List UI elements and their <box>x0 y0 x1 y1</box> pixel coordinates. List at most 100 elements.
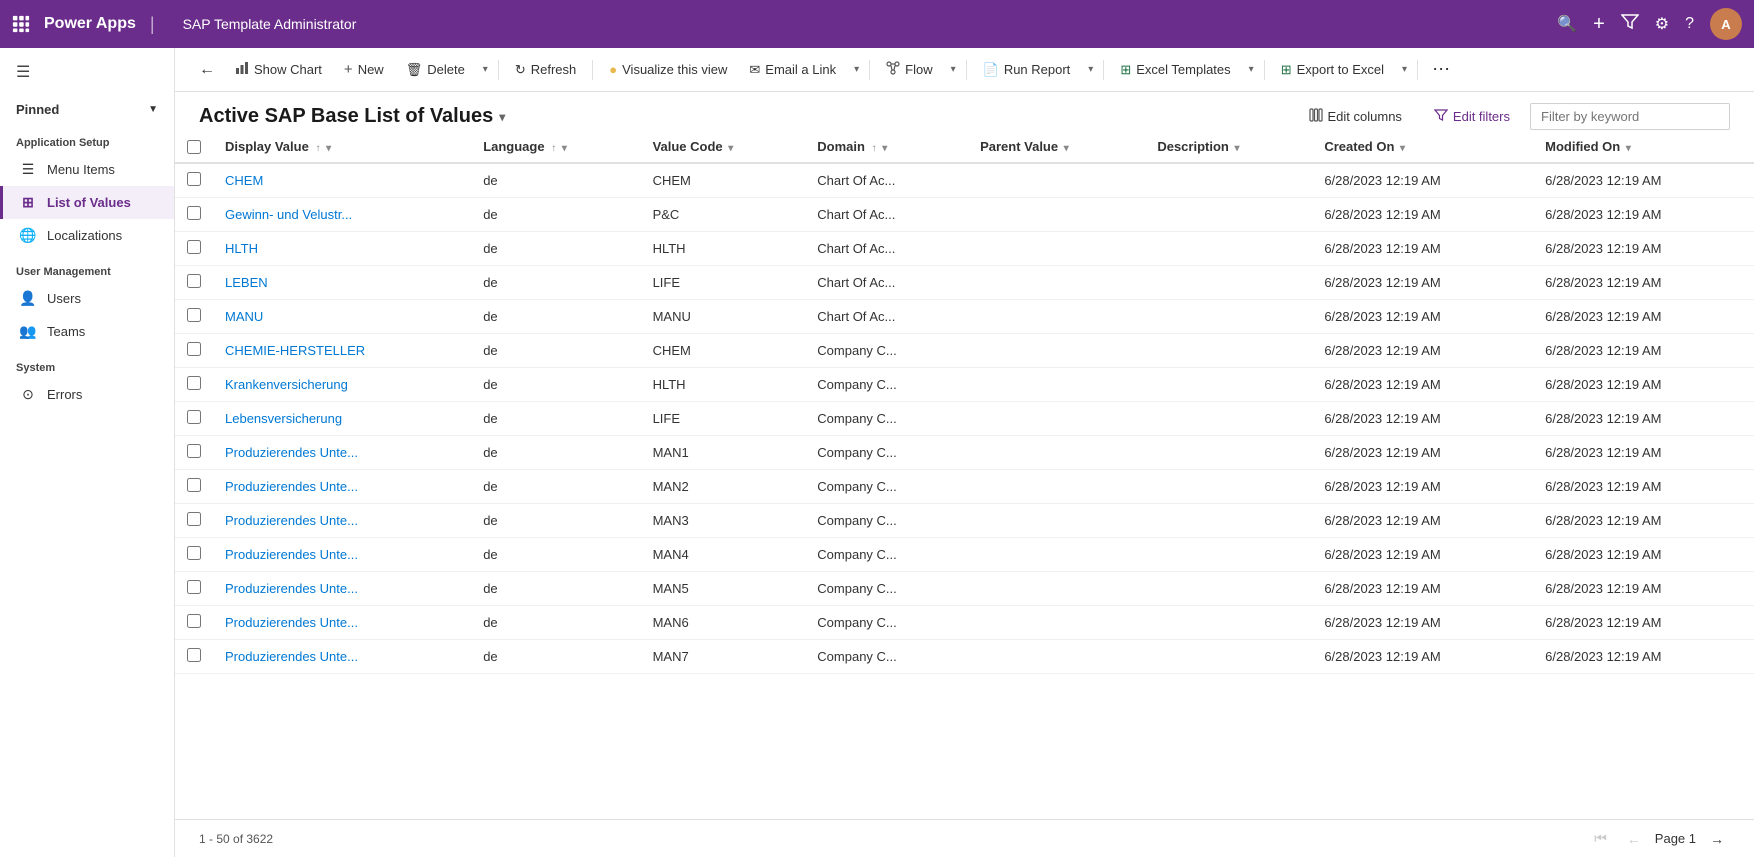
display-value-link[interactable]: Krankenversicherung <box>225 377 348 392</box>
run-report-chevron[interactable]: ▾ <box>1084 58 1097 81</box>
row-checkbox[interactable] <box>187 512 201 526</box>
cell-description <box>1145 163 1312 198</box>
back-button[interactable]: ← <box>191 57 223 83</box>
sidebar-pinned[interactable]: Pinned ▼ <box>0 96 174 123</box>
filter-modified-on-icon[interactable]: ▾ <box>1626 143 1631 154</box>
filter-icon[interactable] <box>1621 13 1639 36</box>
filter-value-code-icon[interactable]: ▾ <box>728 143 733 154</box>
row-checkbox[interactable] <box>187 580 201 594</box>
filter-language-icon[interactable]: ▾ <box>562 143 567 154</box>
excel-templates-chevron[interactable]: ▾ <box>1245 58 1258 81</box>
email-chevron[interactable]: ▾ <box>850 58 863 81</box>
row-checkbox[interactable] <box>187 376 201 390</box>
first-page-button[interactable]: ⏮ <box>1588 828 1613 849</box>
display-value-link[interactable]: HLTH <box>225 241 258 256</box>
sidebar-item-menu-items[interactable]: ☰ Menu Items <box>0 153 174 186</box>
th-parent-value[interactable]: Parent Value ▾ <box>968 131 1145 163</box>
prev-page-button[interactable]: ← <box>1621 829 1647 849</box>
run-report-button[interactable]: 📄 Run Report <box>973 56 1081 84</box>
th-language[interactable]: Language ↑ ▾ <box>471 131 640 163</box>
display-value-link[interactable]: Produzierendes Unte... <box>225 615 358 630</box>
row-checkbox[interactable] <box>187 342 201 356</box>
row-checkbox[interactable] <box>187 648 201 662</box>
excel-templates-button[interactable]: ⊞ Excel Templates <box>1110 56 1240 84</box>
row-checkbox[interactable] <box>187 478 201 492</box>
table-row: CHEMIE-HERSTELLER de CHEM Company C... 6… <box>175 334 1754 368</box>
filter-parent-value-icon[interactable]: ▾ <box>1064 143 1069 154</box>
filter-description-icon[interactable]: ▾ <box>1234 143 1239 154</box>
row-checkbox[interactable] <box>187 614 201 628</box>
row-checkbox[interactable] <box>187 172 201 186</box>
export-excel-button[interactable]: ⊞ Export to Excel <box>1271 56 1394 84</box>
export-excel-chevron[interactable]: ▾ <box>1398 58 1411 81</box>
filter-display-value-icon[interactable]: ▾ <box>326 143 331 154</box>
th-modified-on[interactable]: Modified On ▾ <box>1533 131 1754 163</box>
display-value-link[interactable]: Produzierendes Unte... <box>225 445 358 460</box>
filter-domain-icon[interactable]: ▾ <box>882 143 887 154</box>
th-description[interactable]: Description ▾ <box>1145 131 1312 163</box>
user-avatar[interactable]: A <box>1710 8 1742 40</box>
row-checkbox[interactable] <box>187 308 201 322</box>
table-row: MANU de MANU Chart Of Ac... 6/28/2023 12… <box>175 300 1754 334</box>
display-value-link[interactable]: Produzierendes Unte... <box>225 547 358 562</box>
flow-chevron[interactable]: ▾ <box>947 58 960 81</box>
edit-filters-button[interactable]: Edit filters <box>1422 102 1522 131</box>
row-checkbox[interactable] <box>187 546 201 560</box>
visualize-button[interactable]: ● Visualize this view <box>599 56 737 83</box>
refresh-button[interactable]: ↻ Refresh <box>505 56 586 84</box>
delete-chevron[interactable]: ▾ <box>479 58 492 81</box>
help-icon[interactable]: ? <box>1685 15 1694 33</box>
sidebar-item-localizations[interactable]: 🌐 Localizations <box>0 219 174 252</box>
edit-columns-button[interactable]: Edit columns <box>1297 102 1414 131</box>
row-checkbox[interactable] <box>187 410 201 424</box>
delete-button[interactable]: 🗑 Delete <box>396 56 475 84</box>
cell-language: de <box>471 470 640 504</box>
display-value-link[interactable]: Lebensversicherung <box>225 411 342 426</box>
sidebar-item-list-of-values[interactable]: ⊞ List of Values <box>0 186 174 219</box>
email-link-button[interactable]: ✉ Email a Link <box>739 56 846 84</box>
row-checkbox[interactable] <box>187 240 201 254</box>
sort-display-value-icon[interactable]: ↑ <box>315 143 320 154</box>
row-checkbox[interactable] <box>187 274 201 288</box>
sort-domain-icon[interactable]: ↑ <box>872 143 877 154</box>
sidebar-item-teams[interactable]: 👥 Teams <box>0 315 174 348</box>
display-value-link[interactable]: Gewinn- und Velustr... <box>225 207 352 222</box>
select-all-checkbox[interactable] <box>187 140 201 154</box>
menu-items-icon: ☰ <box>19 161 37 178</box>
row-checkbox[interactable] <box>187 206 201 220</box>
hamburger-button[interactable]: ☰ <box>0 48 174 96</box>
search-icon[interactable]: 🔍 <box>1557 14 1577 34</box>
filter-by-keyword-input[interactable] <box>1530 103 1730 130</box>
th-display-value[interactable]: Display Value ↑ ▾ <box>213 131 471 163</box>
display-value-link[interactable]: Produzierendes Unte... <box>225 513 358 528</box>
row-checkbox[interactable] <box>187 444 201 458</box>
view-title[interactable]: Active SAP Base List of Values ▾ <box>199 105 505 128</box>
flow-button[interactable]: Flow <box>876 55 942 84</box>
display-value-link[interactable]: Produzierendes Unte... <box>225 479 358 494</box>
add-icon[interactable]: + <box>1593 13 1605 36</box>
new-button[interactable]: + New <box>334 55 394 84</box>
sidebar-item-errors[interactable]: ⊙ Errors <box>0 378 174 411</box>
display-value-link[interactable]: MANU <box>225 309 263 324</box>
filter-created-on-icon[interactable]: ▾ <box>1400 143 1405 154</box>
th-domain[interactable]: Domain ↑ ▾ <box>805 131 968 163</box>
table-row: Produzierendes Unte... de MAN4 Company C… <box>175 538 1754 572</box>
edit-filters-icon <box>1434 108 1448 125</box>
cell-display-value: Produzierendes Unte... <box>213 572 471 606</box>
display-value-link[interactable]: Produzierendes Unte... <box>225 649 358 664</box>
th-value-code[interactable]: Value Code ▾ <box>641 131 806 163</box>
display-value-link[interactable]: CHEMIE-HERSTELLER <box>225 343 365 358</box>
show-chart-button[interactable]: Show Chart <box>225 55 332 84</box>
display-value-link[interactable]: LEBEN <box>225 275 268 290</box>
th-created-on[interactable]: Created On ▾ <box>1312 131 1533 163</box>
more-button[interactable]: ⋯ <box>1424 55 1458 84</box>
command-bar: ← Show Chart + New 🗑 Delete ▾ <box>175 48 1754 92</box>
display-value-link[interactable]: CHEM <box>225 173 263 188</box>
apps-grid-button[interactable] <box>12 15 30 33</box>
display-value-link[interactable]: Produzierendes Unte... <box>225 581 358 596</box>
sidebar-item-users[interactable]: 👤 Users <box>0 282 174 315</box>
next-page-button[interactable]: → <box>1704 829 1730 849</box>
cell-value-code: CHEM <box>641 163 806 198</box>
sort-language-icon[interactable]: ↑ <box>551 143 556 154</box>
settings-icon[interactable]: ⚙ <box>1655 14 1669 34</box>
